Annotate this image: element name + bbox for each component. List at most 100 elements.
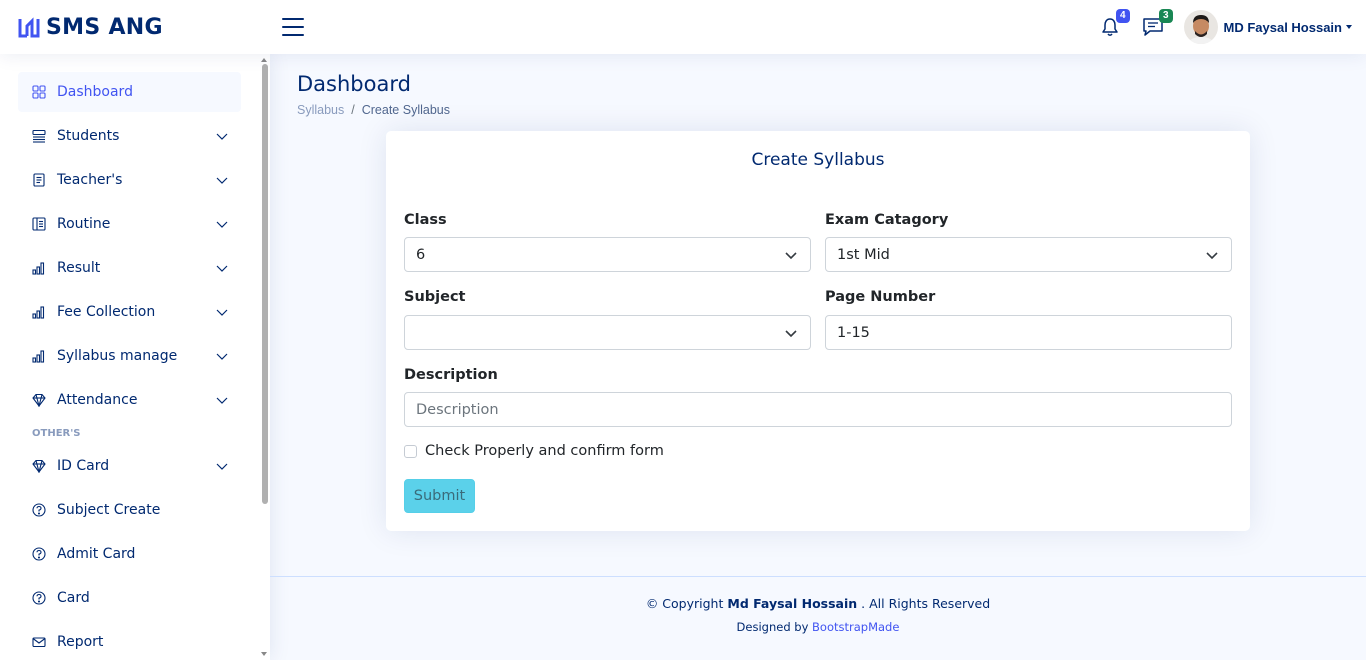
- sidebar-item-label: ID Card: [57, 458, 110, 474]
- grid-icon: [31, 84, 47, 100]
- sidebar-item-label: Students: [57, 128, 120, 144]
- sidebar-item-label: Result: [57, 260, 101, 276]
- sidebar-item-result[interactable]: Result: [18, 248, 241, 288]
- chevron-down-icon: [216, 463, 228, 470]
- description-input[interactable]: Description: [404, 392, 1232, 427]
- breadcrumb-link-syllabus[interactable]: Syllabus: [297, 103, 344, 117]
- chevron-down-icon: [216, 309, 228, 316]
- sidebar-item-attendance[interactable]: Attendance: [18, 380, 241, 420]
- layout-text-icon: [31, 216, 47, 232]
- sidebar-item-routine[interactable]: Routine: [18, 204, 241, 244]
- exam-category-select[interactable]: 1st Mid: [825, 237, 1232, 272]
- page-number-input[interactable]: 1-15: [825, 315, 1232, 350]
- question-circle-icon: [31, 590, 47, 606]
- bar-chart-icon: [31, 348, 47, 364]
- exam-category-label: Exam Catagory: [825, 212, 949, 228]
- chevron-down-icon: [216, 265, 228, 272]
- chevron-down-icon: [785, 329, 797, 337]
- bar-chart-icon: [31, 260, 47, 276]
- sidebar-item-label: Syllabus manage: [57, 348, 178, 364]
- sidebar-item-label: Fee Collection: [57, 304, 156, 320]
- logo-icon: [18, 17, 40, 38]
- class-label: Class: [404, 212, 447, 228]
- sidebar-item-subject-create[interactable]: Subject Create: [18, 490, 241, 530]
- card-title: Create Syllabus: [751, 150, 885, 170]
- chevron-down-icon: [1206, 251, 1218, 259]
- copyright-prefix: © Copyright: [645, 596, 724, 611]
- footer: © Copyright Md Faysal Hossain . All Righ…: [270, 576, 1366, 660]
- envelope-icon: [31, 634, 47, 650]
- copyright-suffix: . All Rights Reserved: [861, 596, 991, 611]
- sidebar-item-dashboard[interactable]: Dashboard: [18, 72, 241, 112]
- sidebar-item-admit-card[interactable]: Admit Card: [18, 534, 241, 574]
- profile-name: MD Faysal Hossain: [1223, 19, 1343, 35]
- sidebar-scrollbar[interactable]: [262, 64, 268, 504]
- breadcrumb-current: Create Syllabus: [361, 103, 450, 117]
- sidebar-item-label: Card: [57, 590, 90, 606]
- sidebar-item-label: Routine: [57, 216, 111, 232]
- chevron-down-icon: [216, 133, 228, 140]
- page-title: Dashboard: [297, 72, 411, 96]
- sidebar-item-label: Report: [57, 634, 104, 650]
- confirm-checkbox-row[interactable]: Check Properly and confirm form: [404, 443, 664, 459]
- sidebar-item-students[interactable]: Students: [18, 116, 241, 156]
- confirm-checkbox-label[interactable]: Check Properly and confirm form: [425, 443, 664, 459]
- sidebar: Dashboard Students Teacher's Routine Res…: [0, 54, 270, 660]
- chevron-down-icon: [785, 251, 797, 259]
- menu-button-icon: [31, 128, 47, 144]
- sidebar-item-card[interactable]: Card: [18, 578, 241, 618]
- page-title-section: Dashboard Syllabus / Create Syllabus: [297, 72, 450, 117]
- create-syllabus-card: Create Syllabus Class 6 Exam Catagory 1s…: [386, 131, 1250, 531]
- sidebar-item-report[interactable]: Report: [18, 622, 241, 660]
- chevron-down-icon: [216, 397, 228, 404]
- sidebar-item-id-card[interactable]: ID Card: [18, 446, 241, 486]
- scroll-up-arrow[interactable]: [261, 58, 267, 62]
- sidebar-toggle-button[interactable]: [282, 18, 304, 36]
- gem-icon: [31, 392, 47, 408]
- subject-select[interactable]: [404, 315, 811, 350]
- sidebar-nav: Dashboard Students Teacher's Routine Res…: [18, 72, 241, 660]
- sidebar-item-fee-collection[interactable]: Fee Collection: [18, 292, 241, 332]
- chevron-down-icon: [216, 353, 228, 360]
- sidebar-item-label: Dashboard: [57, 84, 133, 100]
- page-number-label: Page Number: [825, 289, 936, 305]
- main-content: Dashboard Syllabus / Create Syllabus Cre…: [270, 54, 1366, 660]
- chevron-down-icon: [216, 177, 228, 184]
- designer-link[interactable]: BootstrapMade: [812, 620, 899, 634]
- confirm-checkbox[interactable]: [404, 444, 417, 458]
- sidebar-item-label: Attendance: [57, 392, 138, 408]
- logo[interactable]: SMS ANG: [18, 15, 268, 40]
- sidebar-item-label: Teacher's: [57, 172, 123, 188]
- gem-icon: [31, 458, 47, 474]
- caret-down-icon: [1346, 25, 1352, 29]
- messages-button[interactable]: 3: [1141, 9, 1173, 39]
- bar-chart-icon: [31, 304, 47, 320]
- sidebar-item-label: Admit Card: [57, 546, 136, 562]
- top-header: SMS ANG 4 3 MD Faysal Hossain: [0, 0, 1366, 54]
- messages-count-badge: 3: [1158, 9, 1173, 23]
- notifications-button[interactable]: 4: [1098, 9, 1130, 39]
- exam-category-select-value: 1st Mid: [837, 246, 890, 263]
- description-label: Description: [404, 367, 498, 383]
- question-circle-icon: [31, 546, 47, 562]
- profile-dropdown[interactable]: MD Faysal Hossain: [1183, 10, 1352, 44]
- credits: Designed by BootstrapMade: [270, 620, 1366, 634]
- class-select[interactable]: 6: [404, 237, 811, 272]
- sidebar-heading-others: OTHER'S: [32, 428, 81, 439]
- breadcrumb-separator: /: [351, 103, 355, 117]
- submit-button[interactable]: Submit: [404, 479, 475, 513]
- page-number-value: 1-15: [837, 324, 870, 341]
- question-circle-icon: [31, 502, 47, 518]
- notifications-count-badge: 4: [1115, 9, 1130, 23]
- scroll-down-arrow[interactable]: [261, 652, 267, 656]
- description-placeholder: Description: [416, 401, 499, 418]
- copyright-name: Md Faysal Hossain: [727, 596, 858, 611]
- class-select-value: 6: [416, 246, 426, 263]
- breadcrumb: Syllabus / Create Syllabus: [297, 103, 450, 117]
- designed-by-label: Designed by: [736, 620, 809, 634]
- sidebar-item-syllabus-manage[interactable]: Syllabus manage: [18, 336, 241, 376]
- chevron-down-icon: [216, 221, 228, 228]
- sidebar-item-teachers[interactable]: Teacher's: [18, 160, 241, 200]
- copyright: © Copyright Md Faysal Hossain . All Righ…: [270, 596, 1366, 611]
- journal-icon: [31, 172, 47, 188]
